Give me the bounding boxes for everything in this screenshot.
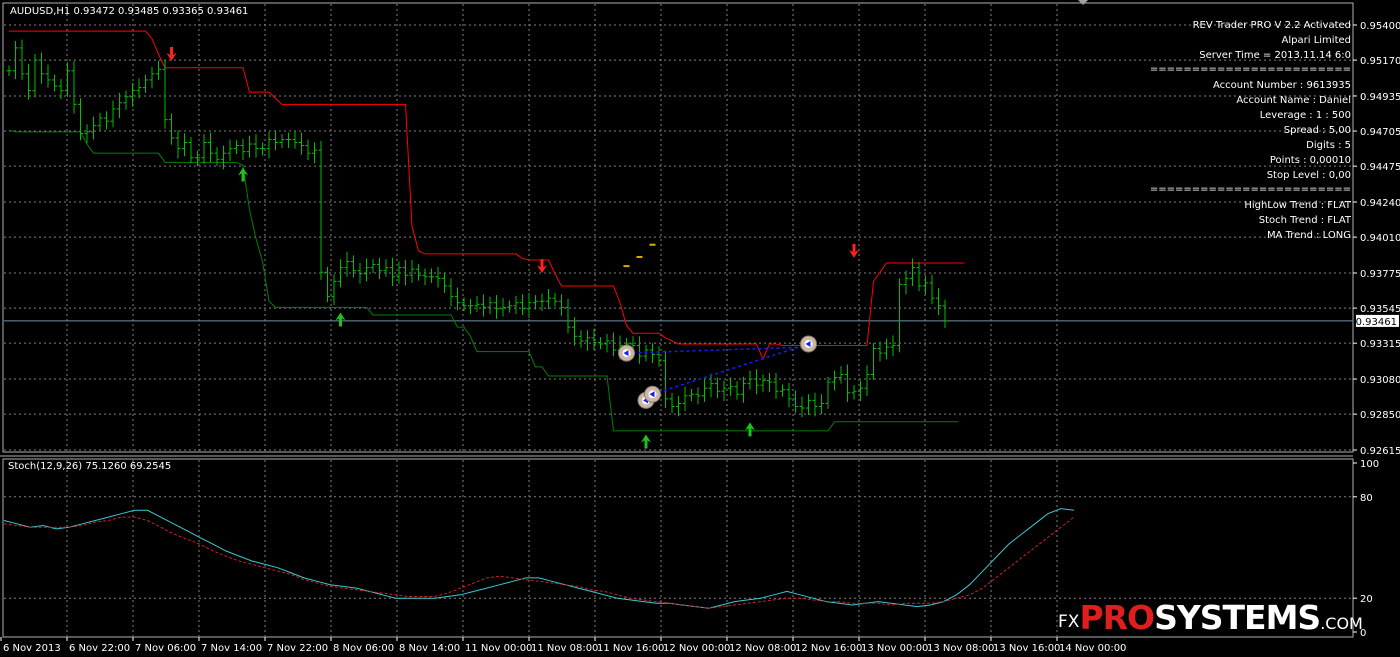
price-tick-label: 0.93080: [1360, 375, 1400, 386]
price-pane[interactable]: 0.95400 0.95170 0.94935 0.94705 0.94475 0.942…: [2, 2, 1400, 457]
time-tick-label: 7 Nov 22:00: [267, 643, 328, 654]
info-line: Stop Level : 0,00: [1267, 170, 1351, 181]
logo-pro: PRO: [1079, 598, 1155, 637]
price-tick-label: 0.94705: [1360, 127, 1400, 138]
price-tick-label: 0.95400: [1360, 21, 1400, 32]
info-line: Spread : 5,00: [1284, 125, 1351, 136]
trading-chart[interactable]: 0.95400 0.95170 0.94935 0.94705 0.94475 0.942…: [0, 0, 1400, 657]
info-line: Digits : 5: [1306, 140, 1351, 151]
info-line: ========================: [1150, 184, 1351, 195]
time-tick-label: 6 Nov 2013: [3, 643, 61, 654]
logo-systems: SYSTEMS: [1154, 598, 1321, 637]
price-tick-label: 0.94240: [1360, 198, 1400, 209]
info-line: Account Number : 9613935: [1213, 80, 1351, 91]
chart-scroll-icon[interactable]: [1078, 0, 1088, 5]
time-tick-label: 14 Nov 00:00: [1059, 643, 1126, 654]
time-tick-label: 11 Nov 08:00: [531, 643, 598, 654]
info-line: Leverage : 1 : 500: [1260, 110, 1351, 121]
time-tick-label: 12 Nov 08:00: [729, 643, 796, 654]
time-tick-label: 8 Nov 14:00: [399, 643, 460, 654]
time-tick-label: 7 Nov 14:00: [201, 643, 262, 654]
price-tick-label: 0.92850: [1360, 410, 1400, 421]
fxprosystems-logo: FXPROSYSTEMS.COM: [1058, 598, 1363, 638]
info-line: Points : 0,00010: [1270, 155, 1351, 166]
info-line: Server Time = 2013.11.14 6:0: [1199, 50, 1351, 61]
logo-com: .COM: [1320, 614, 1363, 633]
time-tick-label: 11 Nov 00:00: [465, 643, 532, 654]
price-tick-label: 0.93315: [1360, 339, 1400, 350]
info-line: Stoch Trend : FLAT: [1259, 215, 1352, 226]
time-tick-label: 6 Nov 22:00: [69, 643, 130, 654]
price-tick-label: 0.94475: [1360, 162, 1400, 173]
info-line: Account Name : Daniel: [1236, 95, 1351, 106]
info-line: REV Trader PRO V 2.2 Activated: [1193, 20, 1351, 31]
stoch-tick-label: 100: [1360, 459, 1379, 470]
logo-fx: FX: [1058, 612, 1080, 632]
stochastic-header: Stoch(12,9,26) 75.1260 69.2545: [8, 461, 171, 472]
info-line: HighLow Trend : FLAT: [1244, 200, 1352, 211]
stoch-tick-label: 80: [1360, 493, 1373, 504]
price-tick-label: 0.94935: [1360, 92, 1400, 103]
trade-marker-icon: [644, 385, 661, 403]
chart-symbol-header: AUDUSD,H1 0.93472 0.93485 0.93365 0.9346…: [10, 6, 248, 17]
time-tick-label: 12 Nov 00:00: [663, 643, 730, 654]
trade-marker-icon: [800, 335, 817, 353]
info-line: Alpari Limited: [1282, 35, 1351, 46]
time-tick-label: 7 Nov 06:00: [135, 643, 196, 654]
price-tick-label: 0.95170: [1360, 56, 1400, 67]
time-tick-label: 8 Nov 06:00: [333, 643, 394, 654]
price-tick-label: 0.94010: [1360, 233, 1400, 244]
price-tick-label: 0.93775: [1360, 269, 1400, 280]
info-line: ========================: [1150, 64, 1351, 75]
time-tick-label: 13 Nov 00:00: [861, 643, 928, 654]
price-tick-label: 0.93545: [1360, 304, 1400, 315]
time-tick-label: 11 Nov 16:00: [597, 643, 664, 654]
current-price-label: 0.93461: [1356, 317, 1397, 328]
time-tick-label: 13 Nov 08:00: [927, 643, 994, 654]
time-axis: 6 Nov 2013 6 Nov 22:00 7 Nov 06:00 7 Nov 14…: [0, 637, 1126, 654]
time-tick-label: 12 Nov 16:00: [795, 643, 862, 654]
price-tick-label: 0.92615: [1360, 446, 1400, 457]
time-tick-label: 13 Nov 16:00: [993, 643, 1060, 654]
trade-marker-icon: [618, 344, 635, 362]
price-axis: 0.95400 0.95170 0.94935 0.94705 0.94475 0.942…: [1353, 21, 1400, 457]
info-line: MA Trend : LONG: [1267, 230, 1351, 241]
